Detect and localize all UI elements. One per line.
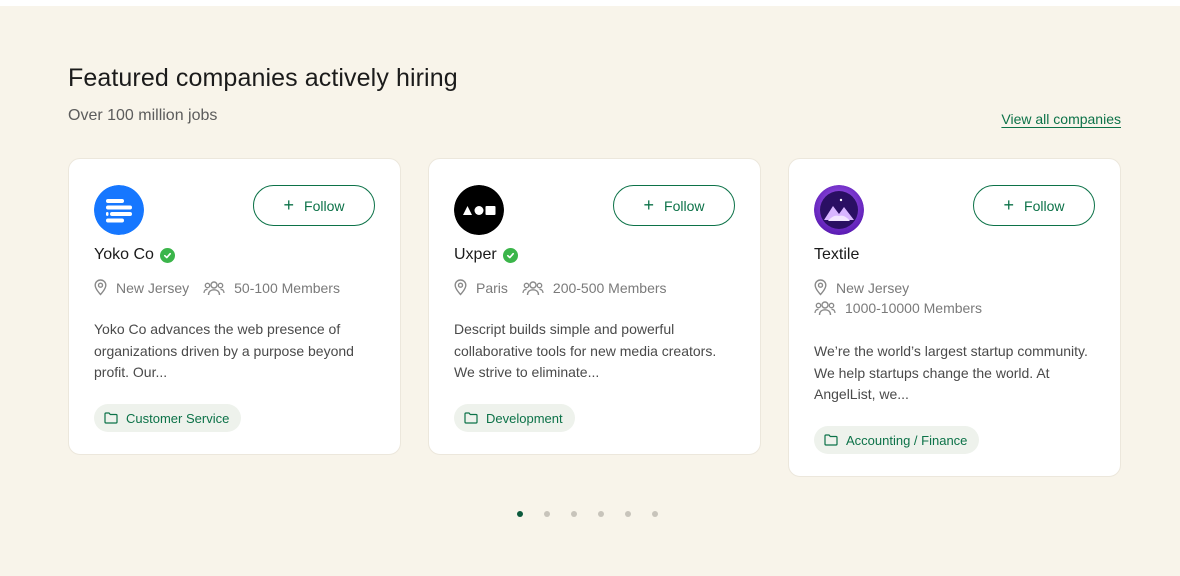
company-location: New Jersey (116, 279, 190, 296)
company-logo (94, 185, 144, 235)
location-pin-icon (94, 279, 107, 296)
company-location: Paris (476, 279, 508, 296)
company-description: We’re the world’s largest startup commun… (814, 343, 1088, 402)
category-label: Accounting / Finance (846, 432, 968, 448)
follow-label: Follow (664, 197, 705, 214)
category-label: Customer Service (126, 410, 230, 426)
category-tag[interactable]: Customer Service (94, 404, 242, 432)
company-name[interactable]: Uxper (454, 246, 497, 264)
plus-icon: + (643, 194, 655, 215)
category-tag[interactable]: Development (454, 404, 575, 432)
company-card-yoko-co[interactable]: + Follow Yoko Co New Jersey 50-100 Membe… (68, 158, 401, 455)
members-icon (814, 300, 836, 316)
company-members: 200-500 Members (552, 279, 667, 296)
folder-icon (104, 412, 118, 424)
view-all-companies-link[interactable]: View all companies (1001, 111, 1121, 127)
company-location-row: New Jersey (814, 279, 909, 296)
pagination-dot-5[interactable] (624, 511, 631, 517)
company-description: Yoko Co advances the web presence of org… (94, 321, 354, 380)
category-label: Development (486, 410, 563, 426)
pagination-dot-1[interactable] (516, 511, 523, 517)
pagination-dot-3[interactable] (570, 511, 577, 517)
plus-icon: + (283, 194, 295, 215)
pagination-dot-6[interactable] (651, 511, 658, 517)
company-location: New Jersey (836, 279, 910, 296)
follow-label: Follow (304, 197, 345, 214)
follow-button[interactable]: + Follow (253, 185, 375, 226)
company-description: Descript builds simple and powerful coll… (454, 321, 717, 380)
company-name-row: Yoko Co (94, 246, 175, 264)
company-logo (814, 185, 864, 235)
company-card-uxper[interactable]: + Follow Uxper Paris 200-500 Members Des… (428, 158, 761, 455)
company-name[interactable]: Textile (814, 246, 859, 264)
company-name-row: Uxper (454, 246, 518, 264)
company-members: 1000-10000 Members (845, 300, 982, 316)
company-meta: New Jersey 50-100 Members (94, 279, 340, 296)
location-pin-icon (454, 279, 467, 296)
section-title: Featured companies actively hiring (68, 64, 458, 92)
company-name-row: Textile (814, 246, 859, 264)
company-members: 50-100 Members (234, 279, 340, 296)
carousel-pagination (0, 511, 1180, 517)
pagination-dot-2[interactable] (543, 511, 550, 517)
company-logo (454, 185, 504, 235)
company-name[interactable]: Yoko Co (94, 246, 154, 264)
verified-check-icon (159, 247, 175, 263)
company-card-textile[interactable]: + Follow Textile New Jersey 1000-10000 M… (788, 158, 1121, 477)
follow-button[interactable]: + Follow (973, 185, 1095, 226)
section-subtitle: Over 100 million jobs (68, 107, 218, 124)
members-icon (203, 280, 225, 296)
category-tag[interactable]: Accounting / Finance (814, 426, 980, 454)
company-members-row: 1000-10000 Members (814, 300, 982, 316)
follow-button[interactable]: + Follow (613, 185, 735, 226)
members-icon (522, 280, 544, 296)
company-meta: Paris 200-500 Members (454, 279, 667, 296)
verified-check-icon (502, 247, 518, 263)
folder-icon (464, 412, 478, 424)
folder-icon (824, 434, 838, 446)
follow-label: Follow (1024, 197, 1065, 214)
pagination-dot-4[interactable] (597, 511, 604, 517)
plus-icon: + (1003, 194, 1015, 215)
location-pin-icon (814, 279, 827, 296)
